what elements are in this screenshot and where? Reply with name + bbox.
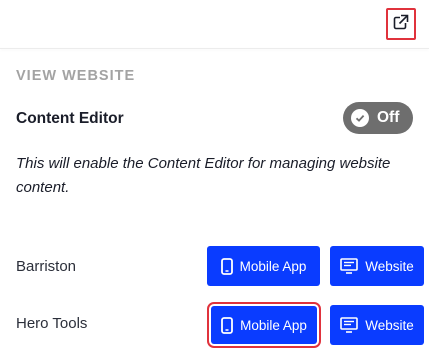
site-name: Hero Tools <box>16 315 88 332</box>
content-editor-toggle[interactable]: Off <box>343 102 413 134</box>
site-name: Barriston <box>16 258 77 275</box>
mobile-app-button[interactable]: Mobile App <box>207 302 321 348</box>
content-editor-description: This will enable the Content Editor for … <box>16 155 391 196</box>
header-divider <box>0 48 429 49</box>
website-button[interactable]: Website <box>330 246 424 286</box>
content-editor-label: Content Editor <box>16 110 124 127</box>
monitor-icon <box>340 258 359 274</box>
toggle-state-text: Off <box>377 109 400 126</box>
section-title: VIEW WEBSITE <box>16 68 136 84</box>
external-link-icon <box>393 13 409 35</box>
website-label: Website <box>365 317 414 333</box>
mobile-app-label: Mobile App <box>239 258 307 274</box>
website-button[interactable]: Website <box>330 305 424 345</box>
phone-icon <box>221 316 233 334</box>
mobile-app-label: Mobile App <box>240 317 307 333</box>
phone-icon <box>220 257 233 275</box>
top-bar <box>0 0 429 48</box>
check-icon <box>351 109 369 127</box>
website-label: Website <box>365 258 414 274</box>
monitor-icon <box>340 317 359 333</box>
mobile-app-button[interactable]: Mobile App <box>207 246 320 286</box>
open-external-button[interactable] <box>386 8 416 40</box>
